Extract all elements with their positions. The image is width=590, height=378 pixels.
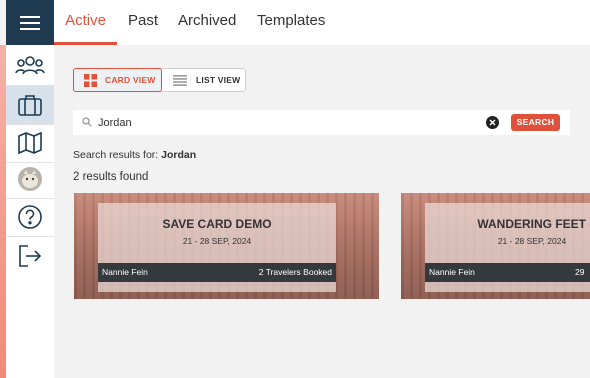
tab-templates[interactable]: Templates — [257, 0, 325, 45]
list-view-label: LIST VIEW — [196, 75, 241, 85]
sidebar-item-travelers[interactable] — [6, 47, 54, 85]
card-view-button[interactable]: CARD VIEW — [73, 68, 162, 92]
briefcase-icon — [18, 95, 42, 116]
sidebar-item-logout[interactable] — [6, 237, 54, 275]
card-travelers: 29 — [575, 267, 585, 277]
search-results-summary: Search results for: Jordan — [73, 149, 196, 161]
map-icon — [18, 131, 42, 155]
card-owner: Nannie Fein — [429, 267, 475, 277]
tab-archived[interactable]: Archived — [178, 0, 236, 45]
sidebar — [6, 0, 54, 378]
card-view-label: CARD VIEW — [105, 75, 156, 85]
results-prefix: Search results for: — [73, 149, 159, 161]
card-title: SAVE CARD DEMO — [162, 217, 272, 231]
tab-past[interactable]: Past — [128, 0, 158, 45]
list-icon — [173, 74, 187, 86]
help-icon — [18, 205, 42, 229]
search-icon — [82, 117, 92, 127]
card-dates: 21 - 28 SEP, 2024 — [182, 236, 252, 246]
search-button[interactable]: SEARCH — [511, 114, 560, 131]
tab-label: Archived — [178, 12, 237, 29]
card-travelers: 2 Travelers Booked — [258, 267, 332, 277]
results-count: 2 results found — [73, 171, 149, 183]
search-bar: SEARCH — [73, 110, 570, 135]
travelers-icon — [15, 56, 45, 75]
tab-active[interactable]: Active — [54, 0, 117, 45]
sidebar-item-profile[interactable] — [6, 160, 54, 198]
tab-label: Past — [128, 12, 159, 29]
logout-icon — [19, 245, 42, 267]
card-footer: Nannie Fein 2 Travelers Booked — [98, 263, 336, 282]
sidebar-item-help[interactable] — [6, 198, 54, 236]
close-icon — [489, 119, 496, 126]
search-input[interactable] — [98, 114, 478, 131]
avatar — [18, 167, 42, 191]
trip-card[interactable]: SAVE CARD DEMO 21 - 28 SEP, 2024 Nannie … — [74, 193, 379, 299]
view-toggle: CARD VIEW LIST VIEW — [73, 68, 246, 92]
tab-label: Active — [65, 12, 106, 29]
tab-active-indicator — [54, 42, 117, 45]
top-tabs: Active Past Archived Templates — [54, 0, 590, 45]
sidebar-item-trips[interactable] — [6, 86, 54, 124]
sidebar-item-map[interactable] — [6, 124, 54, 162]
trip-card[interactable]: WANDERING FEET - JO 21 - 28 SEP, 2024 Na… — [401, 193, 590, 299]
clear-search-button[interactable] — [486, 116, 499, 129]
results-query: Jordan — [161, 149, 197, 161]
grid-icon — [84, 73, 97, 87]
card-title: WANDERING FEET - JO — [477, 217, 590, 231]
menu-button[interactable] — [6, 0, 54, 45]
menu-icon — [20, 15, 40, 30]
card-footer: Nannie Fein 29 — [425, 263, 590, 282]
card-dates: 21 - 28 SEP, 2024 — [497, 236, 567, 246]
card-owner: Nannie Fein — [102, 267, 148, 277]
list-view-button[interactable]: LIST VIEW — [163, 69, 246, 91]
tab-label: Templates — [257, 12, 326, 29]
